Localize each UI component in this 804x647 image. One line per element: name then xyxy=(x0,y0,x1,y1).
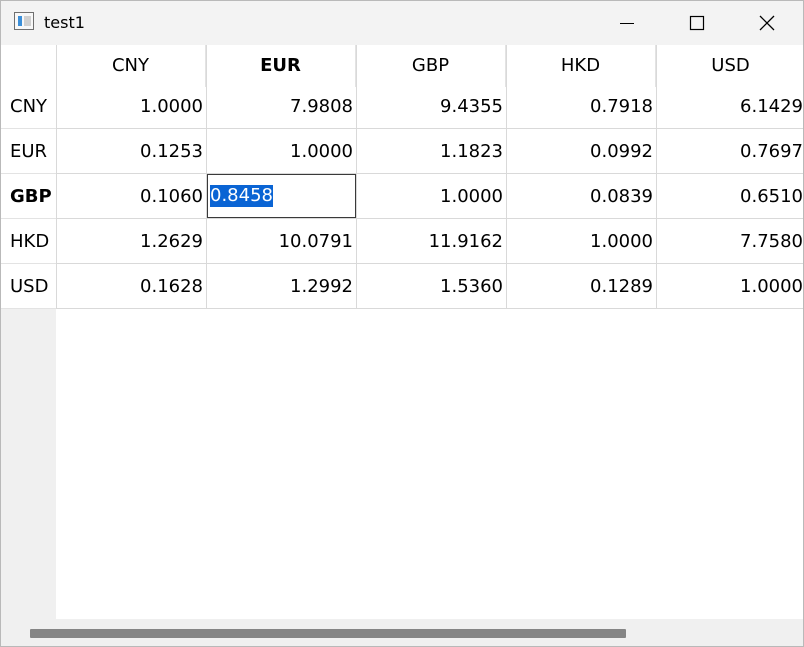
table-cell[interactable]: 7.9808 xyxy=(207,84,356,129)
table-cell[interactable]: 0.1253 xyxy=(57,129,206,174)
app-window: test1 CNY EUR GBP HKD USD CNY EUR GBP HK… xyxy=(0,0,804,647)
table-cell[interactable]: 1.1823 xyxy=(357,129,506,174)
table-cell[interactable]: 0.1628 xyxy=(57,264,206,309)
table-cell[interactable]: 11.9162 xyxy=(357,219,506,264)
table-cell[interactable]: 0.0992 xyxy=(507,129,656,174)
close-button[interactable] xyxy=(732,1,802,45)
app-icon xyxy=(14,12,34,30)
minimize-button[interactable] xyxy=(592,1,662,45)
table-cell[interactable]: 1.0000 xyxy=(207,129,356,174)
column-header-usd[interactable]: USD xyxy=(656,45,803,87)
minimize-icon xyxy=(620,23,634,24)
table-cell[interactable]: 0.1060 xyxy=(57,174,206,219)
table-cell[interactable]: 0.1289 xyxy=(507,264,656,309)
row-header-hkd[interactable]: HKD xyxy=(1,219,56,264)
window-title: test1 xyxy=(44,13,85,32)
table-cell[interactable]: 1.5360 xyxy=(357,264,506,309)
table-cell[interactable]: 7.7580 xyxy=(657,219,803,264)
table-cell[interactable]: 9.4355 xyxy=(357,84,506,129)
table-cell[interactable]: 1.2629 xyxy=(57,219,206,264)
cell-editor-input[interactable]: 0.8458 xyxy=(207,174,356,218)
table-cell[interactable]: 1.2992 xyxy=(207,264,356,309)
table-cell[interactable]: 0.7918 xyxy=(507,84,656,129)
column-header-cny[interactable]: CNY xyxy=(56,45,206,87)
table-corner-button[interactable] xyxy=(1,45,56,87)
title-bar[interactable]: test1 xyxy=(1,1,803,45)
table-cell[interactable]: 0.6510 xyxy=(657,174,803,219)
table-cell[interactable]: 1.0000 xyxy=(657,264,803,309)
table-cell[interactable]: 10.0791 xyxy=(207,219,356,264)
row-header-gbp[interactable]: GBP xyxy=(1,174,56,219)
maximize-icon xyxy=(689,15,705,31)
table-cell[interactable]: 1.0000 xyxy=(57,84,206,129)
selected-text: 0.8458 xyxy=(210,185,273,207)
row-header-cny[interactable]: CNY xyxy=(1,84,56,129)
table-view[interactable]: CNY EUR GBP HKD USD CNY EUR GBP HKD USD … xyxy=(1,45,803,646)
table-cell[interactable]: 0.0839 xyxy=(507,174,656,219)
scrollbar-thumb[interactable] xyxy=(30,629,626,638)
row-header-usd[interactable]: USD xyxy=(1,264,56,309)
table-cell[interactable]: 1.0000 xyxy=(507,219,656,264)
column-header-gbp[interactable]: GBP xyxy=(356,45,506,87)
table-cell[interactable]: 6.1429 xyxy=(657,84,803,129)
close-icon xyxy=(759,15,775,31)
table-cell[interactable]: 1.0000 xyxy=(357,174,506,219)
maximize-button[interactable] xyxy=(662,1,732,45)
horizontal-scrollbar[interactable] xyxy=(1,619,803,646)
table-cell[interactable]: 0.7697 xyxy=(657,129,803,174)
row-header-eur[interactable]: EUR xyxy=(1,129,56,174)
column-header-hkd[interactable]: HKD xyxy=(506,45,656,87)
column-header-eur[interactable]: EUR xyxy=(206,45,356,87)
